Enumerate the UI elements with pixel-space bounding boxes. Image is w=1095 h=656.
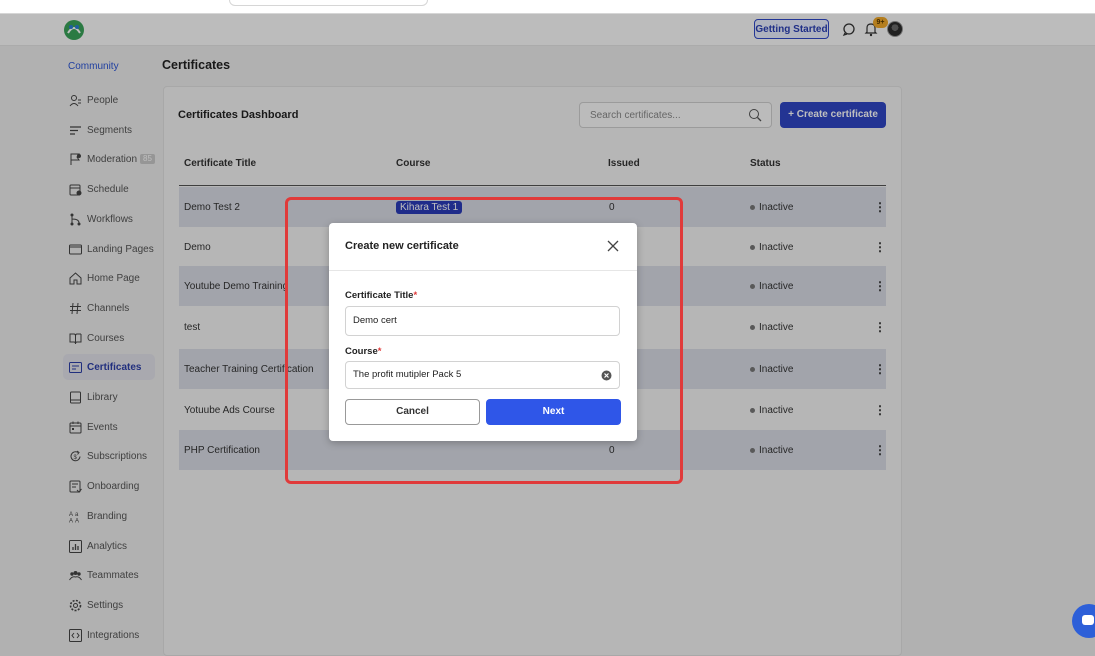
create-certificate-modal: Create new certificate Certificate Title… xyxy=(329,223,637,441)
course-select-value: The profit mutipler Pack 5 xyxy=(353,369,462,380)
required-marker: * xyxy=(377,346,382,357)
certificate-title-field[interactable]: Demo cert xyxy=(345,306,620,336)
chat-bubble-icon xyxy=(1082,615,1094,625)
course-label: Course* xyxy=(345,346,381,357)
modal-divider xyxy=(329,270,637,271)
certificate-title-label: Certificate Title* xyxy=(345,290,417,301)
modal-title: Create new certificate xyxy=(345,240,459,252)
certificate-title-label-text: Certificate Title xyxy=(345,290,414,301)
close-icon[interactable] xyxy=(606,239,620,253)
next-button[interactable]: Next xyxy=(486,399,621,425)
clear-icon[interactable] xyxy=(601,370,612,381)
course-select[interactable]: The profit mutipler Pack 5 xyxy=(345,361,620,389)
browser-address-pill[interactable] xyxy=(229,0,428,6)
course-label-text: Course xyxy=(345,346,378,357)
cancel-button[interactable]: Cancel xyxy=(345,399,480,425)
required-marker: * xyxy=(413,290,418,301)
browser-top-strip xyxy=(0,0,1095,14)
